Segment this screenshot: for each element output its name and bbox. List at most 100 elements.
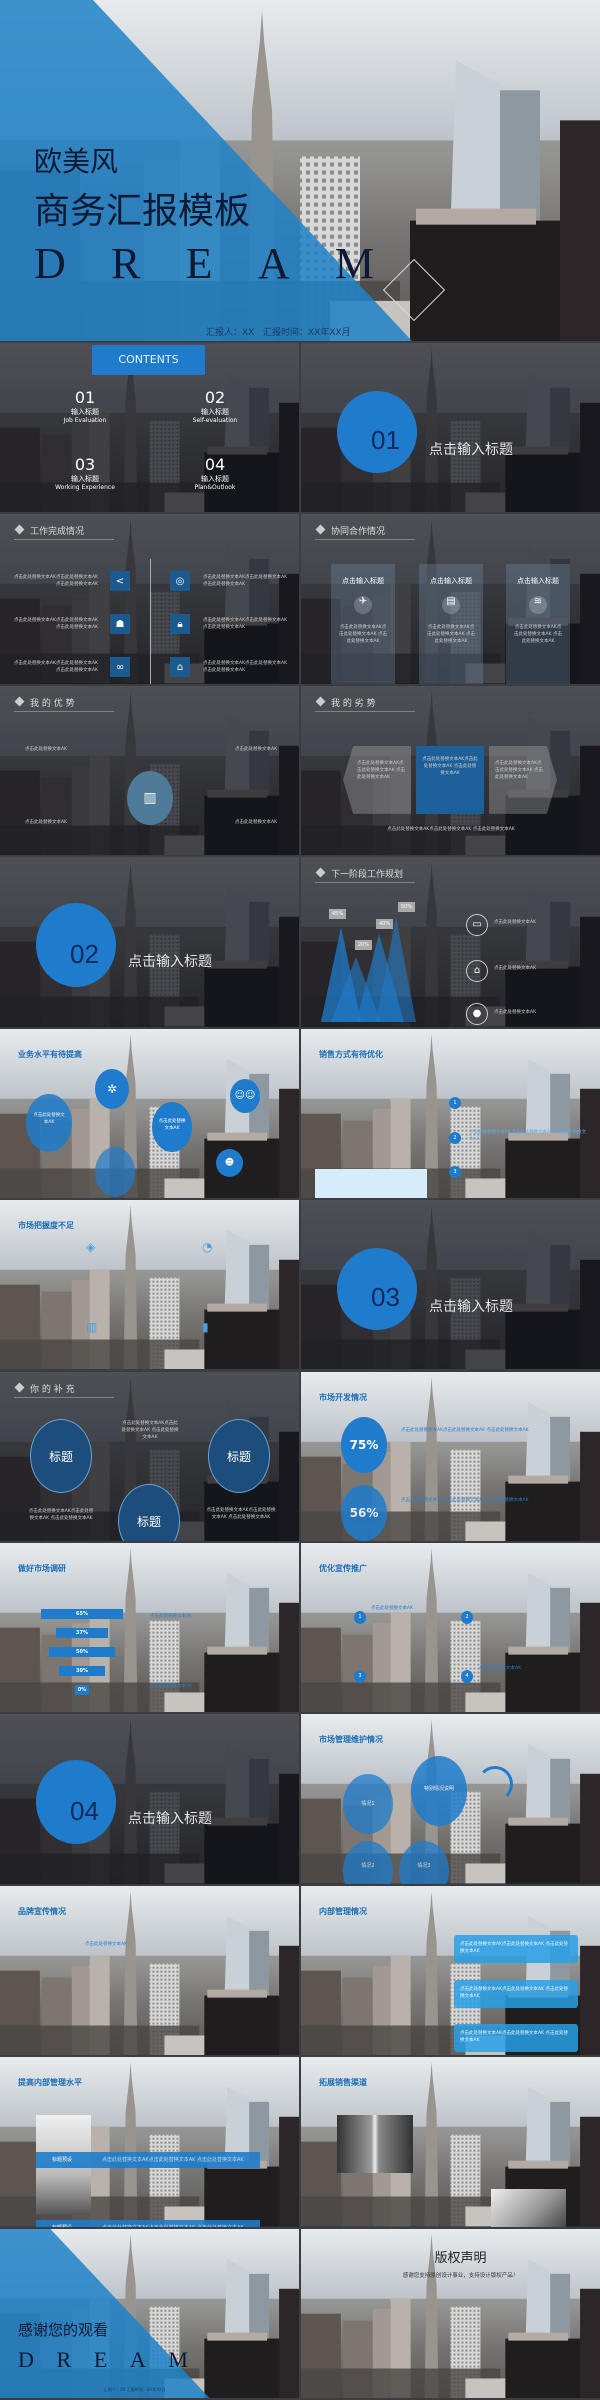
step-badge: 2 [461,1610,473,1624]
cover-slide[interactable]: 欧美风 商务汇报模板 DREAM 汇报人：XX 汇报时间：XX年XX月 [0,0,600,341]
item-subtitle: Self-evaluation [192,417,238,424]
reporter-text: 汇报人：XX [206,328,255,338]
peak-label: 45% [329,909,347,920]
highlight-card: 点击此处替换文本AK点击此处替换文本AK 点击此处替换文本AK [416,745,484,814]
slide-title: 提高内部管理水平 [18,2078,82,2088]
title-circle: 标题 [30,1418,92,1493]
card[interactable]: 点击输入标题 ▤ 点击此处替换文本AK点击此处替换文本AK 点击此处替换文本AK [419,564,483,684]
cover-title-line1: 欧美风 [34,145,119,178]
disadvantages-slide[interactable]: 我 的 劣 势 点击此处替换文本AK点击此处替换文本AK 点击此处替换文本AK … [301,685,600,856]
percent-circle: 75% [341,1416,387,1473]
text-block: 点击此处替换文本AK [85,1941,128,1947]
cover-title-line2: 商务汇报模板 [34,191,251,232]
text-block: 点击此处替换文本AK [150,1613,193,1619]
item-subtitle: Plan&Outlook [194,484,236,491]
report-time-text: 汇报时间：XX年XX月 [262,328,351,338]
contents-item-2[interactable]: 02 输入标题 Self-evaluation [185,388,245,424]
internal-mgmt-slide[interactable]: 内部管理情况 点击此处替换文本AK点击此处替换文本AK 点击此处替换文本AK 点… [301,1885,600,2056]
contents-item-4[interactable]: 04 输入标题 Plan&Outlook [175,455,255,491]
slide-title: 拓展销售渠道 [319,2078,367,2088]
dream-letter: A [257,239,290,288]
item-number: 02 [204,388,226,407]
contents-item-1[interactable]: 01 输入标题 Job Evaluation [55,388,115,424]
section-title: 点击输入标题 [128,1811,212,1828]
brand-promo-slide[interactable]: 品牌宣传情况 点击此处替换文本AK [0,1885,299,2056]
text-block: 点击此处替换文本AK点击此处替换文本AK 点击此处替换文本AK [203,661,288,674]
text-block: 点击此处替换文本AK [479,1665,522,1671]
badge-icon: ◈ [86,1240,96,1255]
item-title: 输入标题 [71,475,99,483]
thanks-title: 感谢您的观看 [18,2320,109,2339]
slide-title: 市场管理维护情况 [319,1735,383,1745]
bar-text: 点击此处替换文本AK点击此处替换文本AK 点击此处替换文本AK [102,2157,244,2164]
promotion-slide[interactable]: 优化宣传推广 1 2 3 4 点击此处替换文本AK 点击此处替换文本AK [301,1542,600,1713]
cooperation-slide[interactable]: 协同合作情况 点击输入标题 ✈ 点击此处替换文本AK点击此处替换文本AK 点击此处替… [301,514,600,684]
card[interactable]: 点击输入标题 ✈ 点击此处替换文本AK点击此处替换文本AK 点击此处替换文本AK [331,564,395,684]
box-text: 点击此处替换文本AK点击此处替换文本AK 点击此处替换文本AK [460,2030,568,2043]
step-badge: 4 [461,1669,473,1683]
building-icon: ▥ [127,770,173,825]
card-text: 点击此处替换文本AK点击此处替换文本AK 点击此处替换文本AK [514,625,562,645]
next-plan-slide[interactable]: 下一阶段工作规划 45% 20% 40% 50% ▭ ⌂ ● 点击此处替换文本A… [301,857,600,1027]
bar: 65% [40,1608,124,1619]
copyright-slide[interactable]: 版权声明 感谢您支持原创设计事业，支持设计版权产品！ [301,2228,600,2398]
text-block: 点击此处替换文本AK点击此处替换文本AK 点击此处替换文本AK [121,1420,179,1440]
work-completion-slide[interactable]: 工作完成情况 < ◎ ☗ 🔒︎ ∞ ⌂ 点击此处替换文本AK点击此处替换文本AK… [0,514,299,684]
section-title: 点击输入标题 [429,442,513,458]
slide-title: 销售方式有待优化 [319,1049,383,1059]
card-text: 点击此处替换文本AK点击此处替换文本AK 点击此处替换文本AK [495,760,543,780]
dream-letter: R [111,239,141,288]
dream-letter: R [56,2346,72,2372]
slide-title: 内部管理情况 [319,1906,367,1916]
situation-circle: 情况1 [343,1774,393,1835]
card[interactable]: 点击输入标题 ≋ 点击此处替换文本AK点击此处替换文本AK 点击此处替换文本AK [506,564,570,684]
photo-crowd [491,2189,566,2227]
meeting-icon: ☻ [216,1148,243,1177]
dream-letter: D [34,239,66,288]
text-block: 点击此处替换文本AK [371,1605,414,1611]
market-grasp-slide[interactable]: 市场把握度不足 ◈ ◔ ▥ ▮ [0,1200,299,1370]
improve-mgmt-slide[interactable]: 提高内部管理水平 标题预设 点击此处替换文本AK点击此处替换文本AK 点击此处替换… [0,2057,299,2227]
home-icon: ⌂ [170,657,190,678]
text-block: 点击此处替换文本AK点击此处替换文本AK 点击此处替换文本AK [13,618,98,631]
slide-title: 协同合作情况 [315,524,415,541]
text-block: 点击此处替换文本AK [150,1683,193,1689]
contents-slide[interactable]: CONTENTS 01 输入标题 Job Evaluation 02 输入标题 Self… [0,343,299,513]
section-01-slide[interactable]: 01 点击输入标题 [301,343,600,513]
pie-icon: ◔ [202,1240,213,1255]
business-level-slide[interactable]: 业务水平有待提高 点击此处替换文本AK ✲ 点击此处替换文本AK ☺☺ ☻ [0,1028,299,1199]
sales-method-slide[interactable]: 销售方式有待优化 1 2 3 点击此处替换文本AK点击此处替换文本AK 点击此处… [301,1028,600,1199]
card-title: 点击输入标题 [342,577,384,586]
sales-channels-slide[interactable]: 拓展销售渠道 [301,2057,600,2227]
peak-label: 50% [398,902,416,913]
market-dev-slide[interactable]: 市场开发情况 75% 56% 点击此处替换文本AK点击此处替换文本AK 点击此处… [301,1371,600,1541]
contents-item-3[interactable]: 03 输入标题 Working Experience [45,455,125,491]
supplement-slide[interactable]: 你 的 补 充 标题 标题 标题 点击此处替换文本AK点击此处替换文本AK 点击… [0,1371,299,1541]
plane-icon: ✈ [354,596,372,615]
cover-reporter: 汇报人：XX 汇报时间：XX年XX月 [206,325,351,338]
box-text: 点击此处替换文本AK点击此处替换文本AK 点击此处替换文本AK [460,1941,568,1954]
info-box: 点击此处替换文本AK点击此处替换文本AK 点击此处替换文本AK [454,1934,578,1963]
advantages-slide[interactable]: 我 的 优 势 ▥ 点击此处替换文本AK 点击此处替换文本AK 点击此处替换文本… [0,685,299,856]
bubble: 点击此处替换文本AK [152,1101,192,1152]
market-research-slide[interactable]: 做好市场调研 65% 37% 50% 30% 0% 点击此处替换文本AK 点击此处替换文… [0,1542,299,1713]
target-icon: ◎ [170,571,190,592]
section-04-slide[interactable]: 04 点击输入标题 [0,1714,299,1884]
thanks-slide[interactable]: 感谢您的观看 DREAM 汇报人：XX 汇报时间：XX年XX月 [0,2228,299,2398]
timeline-line [150,559,151,684]
bar-text: 点击此处替换文本AK点击此处替换文本AK 点击此处替换文本AK [102,2225,244,2226]
section-number: 04 [70,1796,99,1827]
market-maintenance-slide[interactable]: 市场管理维护情况 情况1 情况2 情况3 特别情况说明 [301,1714,600,1884]
calendar-icon: ▤ [442,596,460,615]
lock-icon: 🔒︎ [170,614,190,635]
info-box: 点击此处替换文本AK点击此处替换文本AK 点击此处替换文本AK [454,2023,578,2052]
section-03-slide[interactable]: 03 点击输入标题 [301,1200,600,1370]
bar: 50% [48,1646,116,1657]
section-number: 02 [70,939,99,970]
card-text: 点击此处替换文本AK点击此处替换文本AK 点击此处替换文本AK [422,756,478,776]
peak-label: 40% [376,919,394,930]
slide-title: 你 的 补 充 [14,1382,114,1398]
section-number: 03 [371,1282,400,1313]
section-02-slide[interactable]: 02 点击输入标题 [0,857,299,1027]
dream-letter: A [129,2346,146,2372]
